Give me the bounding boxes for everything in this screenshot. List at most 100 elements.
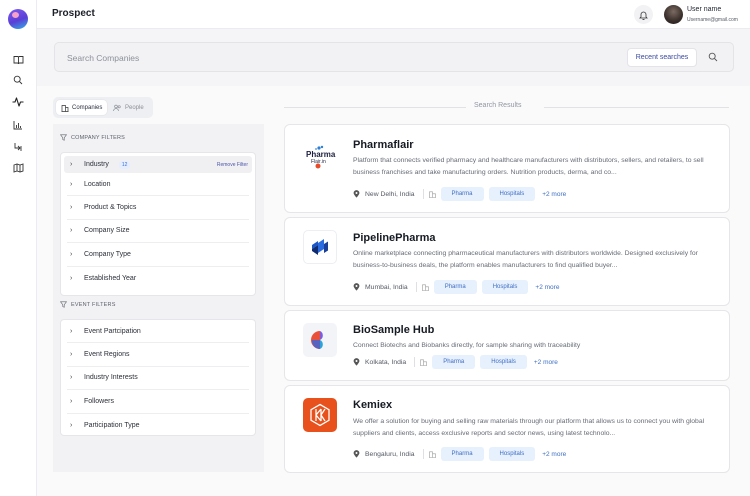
search-placeholder: Search Companies <box>67 53 140 63</box>
company-name[interactable]: Kemiex <box>353 399 392 411</box>
location-pin-icon <box>353 450 360 458</box>
entity-toggle: Companies People <box>53 97 153 118</box>
chevron-right-icon: › <box>70 421 73 429</box>
chevron-right-icon: › <box>70 250 73 258</box>
company-card[interactable]: BioSample Hub Connect Biotechs and Bioba… <box>284 310 730 381</box>
industry-tag[interactable]: Pharma <box>433 280 477 294</box>
filter-event-regions[interactable]: › Event Regions <box>67 343 249 367</box>
filter-product-topics[interactable]: › Product & Topics <box>67 196 249 220</box>
company-description: We offer a solution for buying and selli… <box>353 418 705 437</box>
chevron-right-icon: › <box>70 274 73 282</box>
more-tags-link[interactable]: +2 more <box>542 191 566 198</box>
kemiex-logo <box>303 398 337 432</box>
location-pin-icon <box>353 190 360 198</box>
search-input[interactable]: Search Companies Recent searches <box>54 42 734 72</box>
filter-industry-interests[interactable]: › Industry Interests <box>67 367 249 391</box>
industry-tag[interactable]: Pharma <box>440 447 484 461</box>
tab-companies[interactable]: Companies <box>56 100 108 115</box>
building-icon <box>420 359 428 366</box>
company-card[interactable]: Pharma Flair.in Pharmaflair Platform tha… <box>284 124 730 213</box>
user-name: User name <box>687 6 722 13</box>
chevron-right-icon: › <box>70 397 73 405</box>
filter-count-badge: 12 <box>118 160 131 169</box>
divider <box>544 107 729 108</box>
user-email: Username@gmail.com <box>687 17 738 23</box>
chevron-right-icon: › <box>70 374 73 382</box>
people-icon <box>113 104 121 111</box>
divider <box>414 357 416 367</box>
event-filters-heading: EVENT FILTERS <box>60 301 116 308</box>
company-filters-heading: COMPANY FILTERS <box>60 134 125 141</box>
pharmaflair-logo: Pharma Flair.in <box>303 137 337 171</box>
svg-text:Pharma: Pharma <box>306 150 336 159</box>
book-icon[interactable] <box>10 52 26 68</box>
search-submit-icon[interactable] <box>705 49 721 65</box>
filters-panel: COMPANY FILTERS › Industry 12 Remove Fil… <box>53 124 264 472</box>
filter-established-year[interactable]: › Established Year <box>67 267 249 290</box>
filter-company-size[interactable]: › Company Size <box>67 220 249 244</box>
company-name[interactable]: Pharmaflair <box>353 139 414 151</box>
company-card[interactable]: Kemiex We offer a solution for buying an… <box>284 385 730 473</box>
building-icon <box>61 104 69 112</box>
company-description: Platform that connects verified pharmacy… <box>353 157 704 176</box>
company-meta: Bengaluru, India Pharma Hospitals +2 mor… <box>353 447 566 461</box>
company-location: New Delhi, India <box>365 190 415 198</box>
app-logo[interactable] <box>8 9 28 29</box>
company-filters-card: › Industry 12 Remove Filter › Location ›… <box>60 152 256 296</box>
industry-tag[interactable]: Hospitals <box>488 187 536 201</box>
company-card[interactable]: PipelinePharma Online marketplace connec… <box>284 217 730 306</box>
event-filters-card: › Event Partcipation › Event Regions › I… <box>60 319 256 436</box>
user-avatar[interactable] <box>664 5 683 24</box>
company-meta: Kolkata, India Pharma Hospitals +2 more <box>353 355 558 369</box>
building-icon <box>421 284 429 291</box>
chevron-right-icon: › <box>70 227 73 235</box>
divider <box>422 449 424 459</box>
industry-tag[interactable]: Pharma <box>440 187 484 201</box>
tab-people-label: People <box>125 104 144 111</box>
map-icon[interactable] <box>10 160 26 176</box>
company-description: Connect Biotechs and Biobanks directly, … <box>353 342 581 349</box>
filter-company-type[interactable]: › Company Type <box>67 243 249 267</box>
more-tags-link[interactable]: +2 more <box>534 359 558 366</box>
activity-icon[interactable] <box>10 94 26 110</box>
filter-icon <box>60 134 67 141</box>
building-icon <box>428 191 436 198</box>
divider <box>415 282 417 292</box>
more-tags-link[interactable]: +2 more <box>542 451 566 458</box>
company-name[interactable]: PipelinePharma <box>353 232 436 244</box>
chevron-right-icon: › <box>70 351 73 359</box>
chevron-right-icon: › <box>70 204 73 212</box>
biosample-hub-logo <box>303 323 337 357</box>
divider <box>422 189 424 199</box>
exchange-icon[interactable] <box>10 139 26 155</box>
filter-event-participation[interactable]: › Event Partcipation <box>67 320 249 344</box>
company-location: Bengaluru, India <box>365 450 415 458</box>
company-meta: New Delhi, India Pharma Hospitals +2 mor… <box>353 187 566 201</box>
chevron-right-icon: › <box>70 161 73 168</box>
industry-tag[interactable]: Hospitals <box>480 355 527 369</box>
filter-participation-type[interactable]: › Participation Type <box>67 414 249 437</box>
search-results-title: Search Results <box>474 102 522 109</box>
more-tags-link[interactable]: +2 more <box>535 284 559 291</box>
industry-tag[interactable]: Pharma <box>432 355 476 369</box>
search-icon[interactable] <box>10 72 26 88</box>
industry-tag[interactable]: Hospitals <box>481 280 529 294</box>
divider <box>284 107 466 108</box>
company-location: Mumbai, India <box>365 283 408 291</box>
company-description: Online marketplace connecting pharmaceut… <box>353 250 698 269</box>
notification-bell-icon[interactable] <box>634 5 653 24</box>
tab-companies-label: Companies <box>72 104 103 111</box>
industry-tag[interactable]: Hospitals <box>488 447 536 461</box>
bar-chart-icon[interactable] <box>10 117 26 133</box>
recent-searches-button[interactable]: Recent searches <box>627 48 697 67</box>
filter-location[interactable]: › Location <box>67 173 249 197</box>
sidebar <box>0 0 37 496</box>
filter-industry[interactable]: › Industry 12 Remove Filter <box>64 156 252 173</box>
filter-followers[interactable]: › Followers <box>67 390 249 414</box>
search-area: Search Companies Recent searches <box>37 29 750 86</box>
chevron-right-icon: › <box>70 180 73 188</box>
remove-filter-link[interactable]: Remove Filter <box>217 162 248 168</box>
company-name[interactable]: BioSample Hub <box>353 324 434 336</box>
building-icon <box>428 451 436 458</box>
tab-people[interactable]: People <box>108 100 149 115</box>
